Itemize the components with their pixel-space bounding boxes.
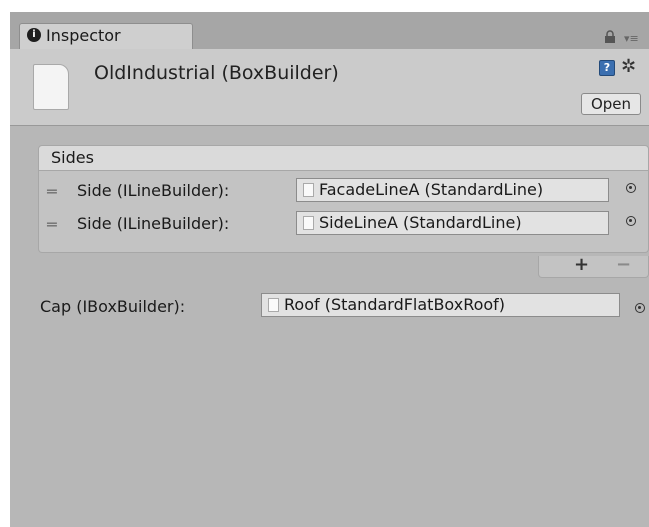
gear-icon[interactable]: ✲	[621, 56, 636, 77]
document-icon	[33, 64, 69, 110]
side-label: Side (ILineBuilder):	[77, 214, 230, 233]
list-footer: + −	[538, 254, 649, 278]
side-object-field[interactable]: FacadeLineA (StandardLine)	[296, 178, 609, 202]
file-icon	[268, 298, 279, 312]
object-picker-icon[interactable]	[626, 216, 636, 226]
sides-list-title: Sides	[51, 148, 94, 167]
tab-inspector[interactable]: i Inspector	[19, 23, 193, 49]
remove-item-button[interactable]: −	[616, 254, 631, 275]
side-object-field[interactable]: SideLineA (StandardLine)	[296, 211, 609, 235]
object-picker-icon[interactable]	[626, 183, 636, 193]
info-icon: i	[27, 28, 41, 42]
add-item-button[interactable]: +	[574, 254, 589, 275]
sides-list: Sides ═ Side (ILineBuilder): FacadeLineA…	[38, 145, 649, 253]
drag-handle-icon[interactable]: ═	[47, 215, 57, 234]
inspector-header: OldIndustrial (BoxBuilder) ? ✲ Open	[10, 49, 649, 126]
side-object-value: SideLineA (StandardLine)	[319, 213, 522, 232]
object-title: OldIndustrial (BoxBuilder)	[94, 62, 339, 84]
sides-list-body: ═ Side (ILineBuilder): FacadeLineA (Stan…	[38, 171, 649, 253]
cap-object-field[interactable]: Roof (StandardFlatBoxRoof)	[261, 293, 620, 317]
file-icon	[303, 183, 314, 197]
open-button[interactable]: Open	[581, 93, 641, 115]
tab-bar: i Inspector ▾≡	[10, 12, 649, 49]
inspector-window: i Inspector ▾≡ OldIndustrial (BoxBuilder…	[10, 12, 649, 527]
context-menu-icon[interactable]: ▾≡	[624, 32, 639, 45]
cap-object-value: Roof (StandardFlatBoxRoof)	[284, 295, 506, 314]
file-icon	[303, 216, 314, 230]
list-item: ═ Side (ILineBuilder): FacadeLineA (Stan…	[39, 178, 649, 208]
object-picker-icon[interactable]	[635, 303, 645, 313]
tab-label: Inspector	[46, 26, 121, 45]
lock-icon[interactable]	[604, 30, 616, 44]
sides-list-header[interactable]: Sides	[38, 145, 649, 171]
cap-label: Cap (IBoxBuilder):	[40, 297, 186, 316]
drag-handle-icon[interactable]: ═	[47, 182, 57, 201]
list-item: ═ Side (ILineBuilder): SideLineA (Standa…	[39, 211, 649, 241]
side-object-value: FacadeLineA (StandardLine)	[319, 180, 544, 199]
side-label: Side (ILineBuilder):	[77, 181, 230, 200]
help-book-icon[interactable]: ?	[599, 60, 615, 76]
